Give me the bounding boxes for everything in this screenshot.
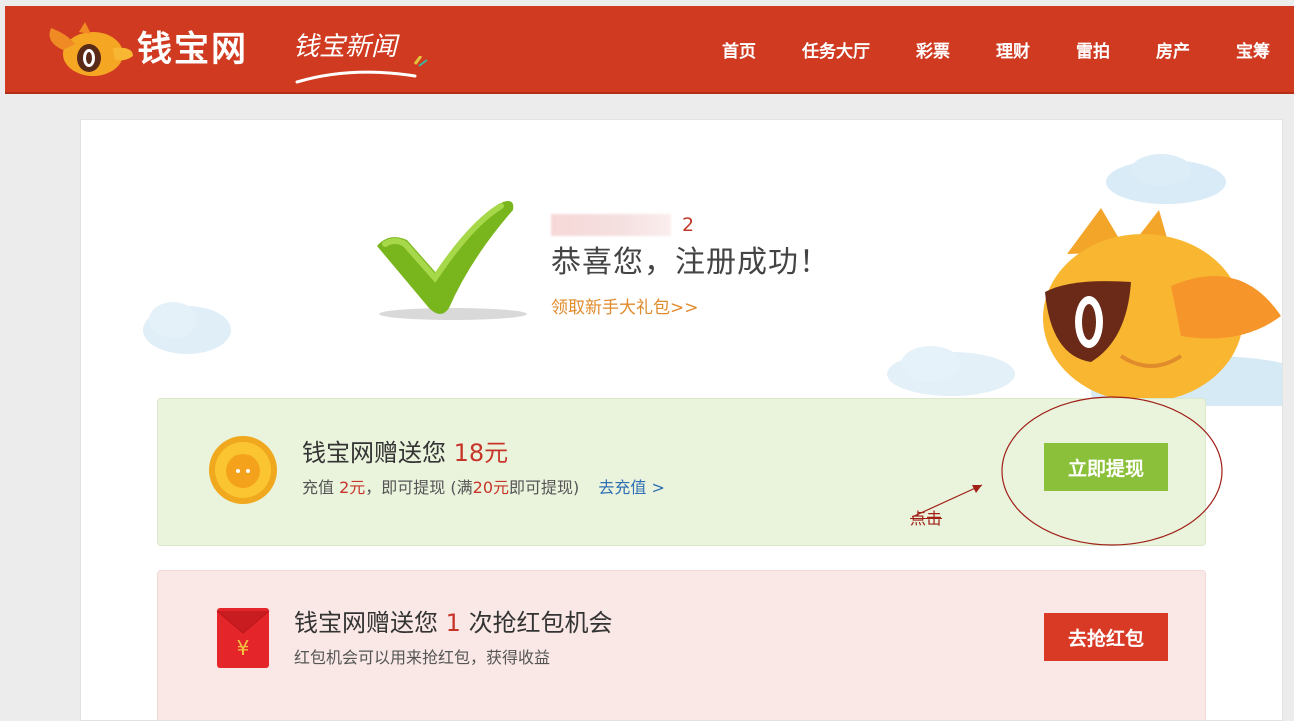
annotation-click-text: 点击 [910, 509, 943, 528]
mascot-illustration [1043, 208, 1282, 406]
cash-reward-amount: 18元 [453, 439, 509, 467]
news-swoosh-decoration [295, 56, 428, 84]
red-packet-count: 1 [445, 609, 461, 637]
nav-home[interactable]: 首页 [722, 37, 756, 62]
brand-logo-text[interactable]: 钱宝网 [137, 30, 248, 70]
main-nav: 首页 任务大厅 彩票 理财 雷拍 房产 宝筹 [676, 6, 1270, 92]
cash-reward-title: 钱宝网赠送您 18元 [302, 437, 508, 469]
red-packet-panel: ¥ 钱宝网赠送您 1 次抢红包机会 红包机会可以用来抢红包，获得收益 去抢红包 [157, 570, 1206, 720]
cloud-top-right-decoration [1106, 154, 1226, 204]
nav-crowdfund[interactable]: 宝筹 [1236, 37, 1270, 62]
nav-property[interactable]: 房产 [1156, 37, 1190, 62]
red-packet-title-text: 钱宝网赠送您 [294, 609, 438, 637]
gold-coin-icon [209, 436, 277, 504]
withdraw-now-button[interactable]: 立即提现 [1044, 443, 1168, 491]
registration-success-card: 2 恭喜您，注册成功！ 领取新手大礼包>> 钱宝网赠送您 18元 充值 2元，即… [80, 119, 1283, 721]
phone-number-suffix: 2 [682, 214, 695, 236]
cloud-mid-decoration [887, 346, 1015, 396]
condition-text-2: ，即可提现 (满 [365, 478, 473, 497]
mascot-logo-icon[interactable] [43, 20, 135, 84]
nav-task-hall[interactable]: 任务大厅 [802, 37, 870, 62]
condition-text-3: 即可提现) [509, 478, 580, 497]
registration-success-message: 恭喜您，注册成功！ [551, 245, 830, 280]
cloud-left-decoration [143, 302, 231, 354]
recharge-link[interactable]: 去充值 > [598, 478, 665, 497]
red-packet-title: 钱宝网赠送您 1 次抢红包机会 [294, 607, 613, 639]
cash-reward-title-text: 钱宝网赠送您 [302, 439, 446, 467]
condition-recharge-amount: 2元 [339, 478, 366, 497]
cash-reward-panel: 钱宝网赠送您 18元 充值 2元，即可提现 (满20元即可提现) 去充值 > 点… [157, 396, 1223, 546]
cash-reward-condition: 充值 2元，即可提现 (满20元即可提现) 去充值 > [302, 477, 665, 499]
top-header: 钱宝网 钱宝新闻 首页 任务大厅 彩票 理财 雷拍 房产 宝筹 [5, 6, 1294, 94]
grab-red-packet-button[interactable]: 去抢红包 [1044, 613, 1168, 661]
condition-threshold: 20元 [472, 478, 510, 497]
red-packet-title-suffix: 次抢红包机会 [468, 609, 613, 637]
nav-finance[interactable]: 理财 [996, 37, 1030, 62]
masked-phone-number [551, 214, 671, 236]
success-check-icon [377, 201, 527, 320]
svg-text:¥: ¥ [237, 636, 250, 660]
condition-text-1: 充值 [302, 478, 335, 497]
newbie-gift-link[interactable]: 领取新手大礼包>> [551, 293, 699, 318]
red-envelope-icon: ¥ [216, 608, 270, 668]
nav-auction[interactable]: 雷拍 [1076, 37, 1110, 62]
nav-lottery[interactable]: 彩票 [916, 37, 950, 62]
red-packet-subtitle: 红包机会可以用来抢红包，获得收益 [294, 648, 551, 667]
